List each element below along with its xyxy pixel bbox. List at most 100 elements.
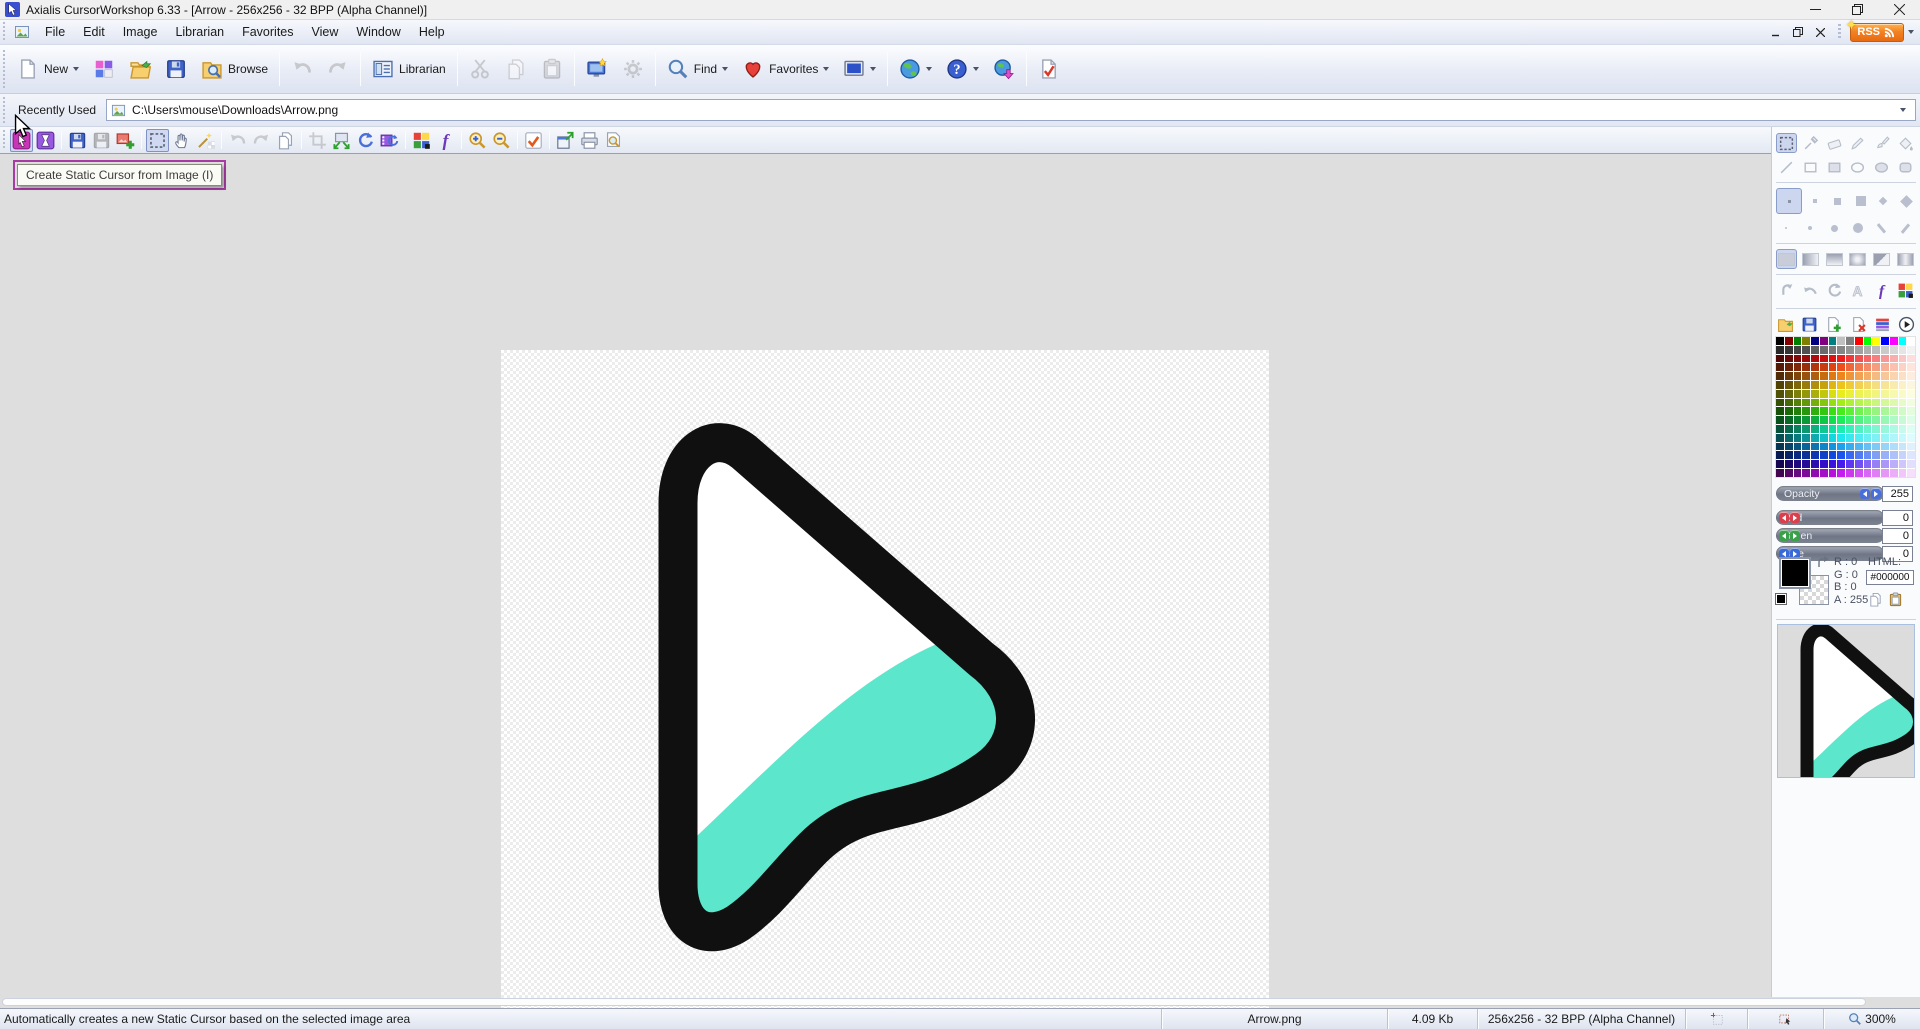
palette-swatch[interactable] [1907,434,1915,442]
palette-swatch[interactable] [1802,399,1810,407]
print-button[interactable] [578,129,601,152]
palette-swatch[interactable] [1802,381,1810,389]
palette-swatch[interactable] [1802,337,1810,345]
palette-swatch[interactable] [1829,451,1837,459]
palette-swatch[interactable] [1907,469,1915,477]
draw-ellipse-tool[interactable] [1847,157,1868,177]
slider-arrows[interactable] [1860,488,1881,499]
palette-swatch[interactable] [1829,381,1837,389]
palette-swatch[interactable] [1776,372,1784,380]
palette-swatch[interactable] [1890,399,1898,407]
palette-swatch[interactable] [1864,416,1872,424]
palette-swatch[interactable] [1776,381,1784,389]
rotate-frames-button[interactable] [378,129,401,152]
palette-swatch[interactable] [1829,434,1837,442]
new-button[interactable]: New [11,54,85,84]
palette-swatch[interactable] [1776,416,1784,424]
palette-swatch[interactable] [1855,443,1863,451]
export-button[interactable] [554,129,577,152]
palette-swatch[interactable] [1846,451,1854,459]
librarian-button[interactable]: Librarian [366,54,452,84]
green-value-field[interactable]: 0 [1882,528,1913,544]
palette-swatch[interactable] [1890,355,1898,363]
red-slider[interactable]: Red0 [1776,510,1917,525]
menu-view[interactable]: View [303,22,348,42]
add-image-button[interactable] [114,129,137,152]
palette-swatch[interactable] [1837,381,1845,389]
palette-swatch[interactable] [1855,372,1863,380]
palette-swatch[interactable] [1820,469,1828,477]
palette-swatch[interactable] [1907,407,1915,415]
palette-swatch[interactable] [1872,337,1880,345]
palette-swatch[interactable] [1907,363,1915,371]
palette-swatch[interactable] [1899,407,1907,415]
draw-rect-filled-tool[interactable] [1824,157,1845,177]
palette-swatch[interactable] [1829,469,1837,477]
palette-swatch[interactable] [1802,416,1810,424]
eraser-tool[interactable] [1824,133,1845,153]
restore-button[interactable] [1836,0,1878,19]
palette-swatch[interactable] [1802,372,1810,380]
palette-swatch[interactable] [1907,355,1915,363]
draw-rect-tool[interactable] [1800,157,1821,177]
palette-swatch[interactable] [1794,346,1802,354]
palette-swatch[interactable] [1907,425,1915,433]
palette-swatch[interactable] [1872,469,1880,477]
palette-swatch[interactable] [1846,363,1854,371]
palette-swatch[interactable] [1907,390,1915,398]
palette-swatch[interactable] [1846,355,1854,363]
palette-swatch[interactable] [1811,363,1819,371]
curve-arrow-gray-tool[interactable] [1800,280,1821,300]
palette-swatch[interactable] [1785,434,1793,442]
palette-swatch[interactable] [1811,372,1819,380]
palette-swatch[interactable] [1820,399,1828,407]
palette-delete-tool[interactable] [1849,314,1868,334]
palette-swatch[interactable] [1776,355,1784,363]
palette-swatch[interactable] [1899,390,1907,398]
palette-swatch[interactable] [1776,399,1784,407]
gradient-style-2[interactable] [1824,249,1845,269]
palette-add-tool[interactable] [1824,314,1843,334]
palette-swatch[interactable] [1820,363,1828,371]
palette-swatch[interactable] [1872,425,1880,433]
palette-swatch[interactable] [1907,381,1915,389]
palette-swatch[interactable] [1846,337,1854,345]
horizontal-scrollbar[interactable] [2,998,1866,1006]
pan-tool-button[interactable] [170,129,193,152]
brush-size-square[interactable] [1874,191,1894,211]
red-value-field[interactable]: 0 [1882,510,1913,526]
palette-swatch[interactable] [1802,346,1810,354]
palette-swatch[interactable] [1829,363,1837,371]
palette-swatch[interactable] [1864,363,1872,371]
palette-swatch[interactable] [1846,425,1854,433]
palette-swatch[interactable] [1794,407,1802,415]
palette-swatch[interactable] [1890,381,1898,389]
palette-swatch[interactable] [1811,399,1819,407]
palette-swatch[interactable] [1899,469,1907,477]
palette-swatch[interactable] [1864,337,1872,345]
palette-swatch[interactable] [1776,443,1784,451]
palette-swatch[interactable] [1785,390,1793,398]
palette-swatch[interactable] [1785,399,1793,407]
palette-swatch[interactable] [1907,399,1915,407]
palette-swatch[interactable] [1776,451,1784,459]
child-restore-button[interactable] [1789,24,1807,40]
adjust-colors-button[interactable] [410,129,433,152]
draw-ellipse-filled-tool[interactable] [1871,157,1892,177]
palette-swatch[interactable] [1907,372,1915,380]
palette-swatch[interactable] [1846,407,1854,415]
color-palette-tool[interactable] [1895,280,1916,300]
palette-swatch[interactable] [1881,407,1889,415]
palette-swatch[interactable] [1811,381,1819,389]
pencil-tool[interactable] [1847,133,1868,153]
palette-swatch[interactable] [1829,372,1837,380]
palette-swatch[interactable] [1829,416,1837,424]
palette-swatch[interactable] [1872,390,1880,398]
palette-swatch[interactable] [1881,460,1889,468]
palette-swatch[interactable] [1855,451,1863,459]
palette-swatch[interactable] [1785,363,1793,371]
palette-swatch[interactable] [1794,381,1802,389]
palette-swatch[interactable] [1811,434,1819,442]
select-tool-button[interactable] [146,129,169,152]
palette-swatch[interactable] [1907,443,1915,451]
